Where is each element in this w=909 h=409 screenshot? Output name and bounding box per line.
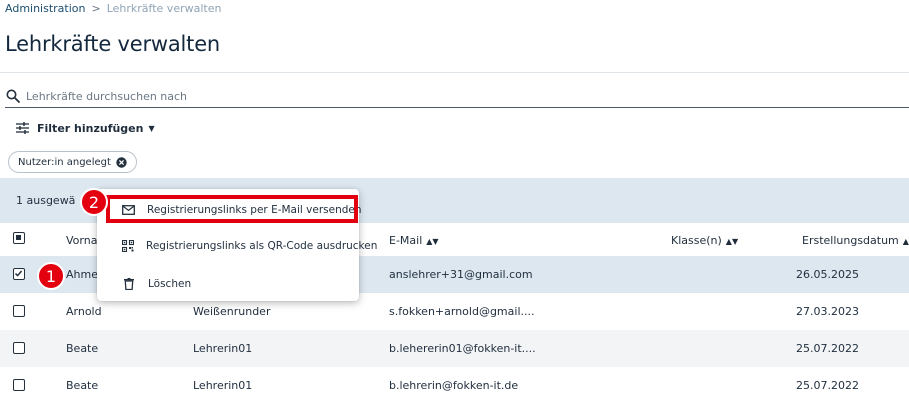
cell-vorname: Arnold	[66, 305, 102, 318]
bulk-actions-menu: Registrierungslinks per E-Mail versenden…	[97, 189, 377, 301]
row-checkbox[interactable]	[13, 305, 25, 317]
row-checkbox[interactable]	[13, 379, 25, 391]
mail-icon	[122, 203, 135, 217]
table-row[interactable]: Beate Lehrerin01 b.lehrerin@fokken-it.de…	[0, 367, 909, 404]
table-row[interactable]: Beate Lehrerin01 b.lehererin01@fokken-it…	[0, 330, 909, 367]
search-field[interactable]	[5, 86, 909, 108]
add-filter-button[interactable]: Filter hinzufügen ▼	[16, 118, 155, 138]
cell-erstellungsdatum: 25.07.2022	[796, 379, 859, 392]
sort-icon: ▲▼	[902, 237, 909, 246]
add-filter-label: Filter hinzufügen	[37, 121, 144, 135]
column-header-erstellungsdatum[interactable]: Erstellungsdatum▲▼	[802, 234, 909, 247]
close-circle-icon[interactable]	[116, 156, 127, 168]
column-header-klassen-label: Klasse(n)	[671, 234, 722, 247]
selection-count-text: 1 ausgewä	[16, 194, 76, 207]
caret-down-icon: ▼	[148, 123, 155, 133]
cell-email: anslehrer+31@gmail.com	[389, 268, 533, 281]
breadcrumb-current: Lehrkräfte verwalten	[106, 2, 222, 15]
cell-erstellungsdatum: 25.07.2022	[796, 342, 859, 355]
menu-item-print-qr-codes[interactable]: Registrierungslinks als QR-Code ausdruck…	[97, 231, 377, 261]
filter-chip-label: Nutzer:in angelegt	[18, 156, 111, 168]
checkmark-icon	[14, 270, 23, 277]
column-header-email-label: E-Mail	[389, 234, 423, 247]
annotation-marker-1: 1	[37, 262, 65, 290]
cell-email: b.lehererin01@fokken-it....	[389, 342, 536, 355]
cell-erstellungsdatum: 26.05.2025	[796, 268, 859, 281]
search-icon	[6, 89, 20, 103]
filter-chip-nutzer-angelegt[interactable]: Nutzer:in angelegt	[8, 151, 137, 173]
cell-nachname: Lehrerin01	[193, 342, 253, 355]
row-checkbox[interactable]	[13, 342, 25, 354]
sort-icon: ▲▼	[426, 237, 439, 246]
annotation-marker-2: 2	[80, 188, 108, 216]
cell-vorname: Ahme	[66, 268, 98, 281]
menu-item-send-email-links[interactable]: Registrierungslinks per E-Mail versenden	[97, 195, 362, 225]
breadcrumb: Administration > Lehrkräfte verwalten	[5, 2, 221, 15]
qr-code-icon	[122, 239, 134, 253]
cell-nachname: Lehrerin01	[193, 379, 253, 392]
column-header-erstellungsdatum-label: Erstellungsdatum	[802, 234, 899, 247]
cell-vorname: Beate	[66, 379, 99, 392]
cell-erstellungsdatum: 27.03.2023	[796, 305, 859, 318]
filter-sliders-icon	[16, 122, 29, 134]
header-divider	[0, 72, 909, 73]
column-header-email[interactable]: E-Mail ▲▼	[389, 234, 439, 247]
cell-vorname: Beate	[66, 342, 99, 355]
breadcrumb-separator: >	[91, 2, 101, 15]
cell-nachname: Weißenrunder	[193, 305, 271, 318]
breadcrumb-administration-link[interactable]: Administration	[5, 2, 86, 15]
menu-item-delete[interactable]: Löschen	[97, 269, 359, 299]
menu-item-label: Löschen	[148, 278, 192, 290]
menu-item-label: Registrierungslinks per E-Mail versenden	[147, 204, 362, 216]
page-title: Lehrkräfte verwalten	[5, 32, 221, 56]
cell-email: s.fokken+arnold@gmail....	[389, 305, 535, 318]
search-input[interactable]	[26, 87, 886, 105]
trash-icon	[122, 277, 136, 291]
column-header-klassen[interactable]: Klasse(n) ▲▼	[671, 234, 738, 247]
row-checkbox[interactable]	[13, 268, 25, 280]
sort-icon: ▲▼	[725, 237, 739, 246]
cell-email: b.lehrerin@fokken-it.de	[389, 379, 519, 392]
select-all-checkbox[interactable]	[13, 232, 25, 244]
menu-item-label: Registrierungslinks als QR-Code ausdruck…	[146, 240, 378, 252]
